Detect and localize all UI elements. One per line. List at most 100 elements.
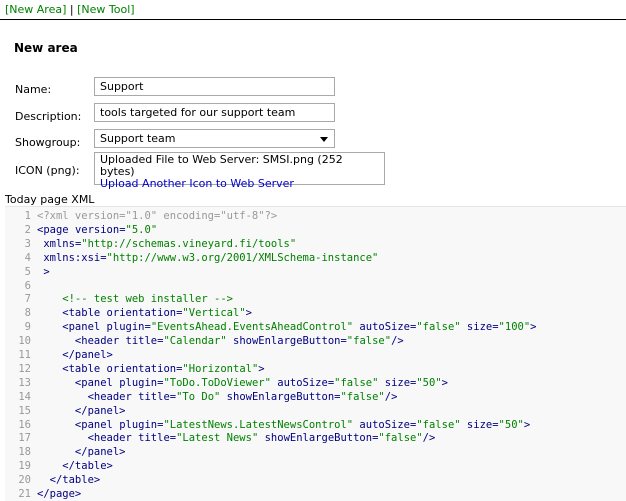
line-number: 7 bbox=[24, 293, 31, 306]
code-token: orientation bbox=[106, 307, 177, 320]
code-token: version bbox=[74, 223, 120, 236]
code-token: showEnlargeButton bbox=[226, 335, 341, 348]
description-input[interactable]: tools targeted for our support team bbox=[94, 103, 335, 122]
code-token: </panel> bbox=[37, 349, 113, 361]
code-text: </table> bbox=[37, 459, 113, 473]
code-text: <table orientation="Vertical"> bbox=[37, 306, 252, 320]
code-text: </panel> bbox=[37, 445, 126, 459]
xml-editor-label: Today page XML bbox=[5, 193, 95, 206]
line-number: 18 bbox=[18, 446, 31, 459]
header-divider bbox=[0, 19, 626, 20]
code-text: xmlns="http://schemas.vineyard.fi/tools" bbox=[37, 237, 296, 251]
code-token: "50" bbox=[498, 418, 524, 431]
code-text: </panel> bbox=[37, 404, 126, 418]
line-number: 6 bbox=[24, 279, 31, 292]
code-text: xmlns:xsi="http://www.w3.org/2001/XMLSch… bbox=[37, 251, 378, 265]
code-token: "Vertical" bbox=[182, 307, 246, 320]
code-token: title bbox=[138, 390, 170, 403]
code-token: > bbox=[258, 362, 265, 375]
code-token: title bbox=[125, 335, 158, 348]
code-token: > bbox=[530, 321, 537, 334]
code-token: /> bbox=[422, 432, 436, 445]
page-title: New area bbox=[14, 41, 78, 55]
code-token: "To Do" bbox=[176, 390, 221, 403]
line-number: 10 bbox=[18, 335, 31, 348]
code-token: "http://www.w3.org/2001/XMLSchema-instan… bbox=[106, 251, 379, 264]
top-links: [New Area] | [New Tool] bbox=[5, 3, 135, 16]
code-token: "false" bbox=[346, 335, 392, 348]
line-number: 3 bbox=[24, 237, 31, 250]
code-token: </panel> bbox=[37, 446, 126, 459]
code-text: <panel plugin="ToDo.ToDoViewer" autoSize… bbox=[37, 376, 448, 390]
code-token: autoSize bbox=[270, 376, 328, 389]
code-token: </table> bbox=[37, 474, 101, 487]
code-token: <page bbox=[37, 223, 75, 236]
code-token: size bbox=[460, 321, 493, 334]
code-token: > bbox=[245, 307, 252, 320]
code-token: "Calendar" bbox=[163, 335, 227, 348]
code-token: > bbox=[523, 418, 531, 431]
code-text: <header title="To Do" showEnlargeButton=… bbox=[37, 390, 398, 404]
code-token: "http://schemas.vineyard.fi/tools" bbox=[81, 237, 297, 250]
code-text: </page> bbox=[37, 487, 81, 501]
code-token: "Horizontal" bbox=[182, 362, 259, 375]
line-number: 4 bbox=[24, 251, 31, 264]
code-text: <?xml version="1.0" encoding="utf-8"?> bbox=[37, 209, 277, 223]
code-token: "Latest News" bbox=[176, 432, 259, 445]
code-token: "false" bbox=[416, 418, 461, 431]
code-token: "ToDo.ToDoViewer" bbox=[163, 376, 271, 389]
code-token: xmlns bbox=[37, 237, 75, 250]
code-text: <table orientation="Horizontal"> bbox=[37, 362, 265, 376]
code-token: showEnlargeButton bbox=[220, 390, 335, 403]
code-token: </panel> bbox=[37, 404, 126, 417]
code-text: <header title="Calendar" showEnlargeButt… bbox=[37, 334, 404, 348]
name-input[interactable]: Support bbox=[94, 77, 335, 96]
code-token: orientation bbox=[106, 362, 177, 375]
line-number: 19 bbox=[18, 460, 31, 473]
code-text: <panel plugin="EventsAhead.EventsAheadCo… bbox=[37, 320, 536, 334]
top-links-separator: | bbox=[69, 3, 74, 16]
name-label: Name: bbox=[15, 83, 52, 96]
code-token: "100" bbox=[498, 321, 531, 334]
description-label: Description: bbox=[15, 110, 82, 123]
line-number: 1 bbox=[24, 210, 31, 222]
code-token: <table bbox=[37, 362, 107, 375]
code-token: size bbox=[378, 376, 411, 389]
code-text: <page version="5.0" bbox=[37, 223, 157, 237]
code-token: autoSize bbox=[353, 418, 411, 431]
line-number: 17 bbox=[18, 432, 31, 445]
line-number: 9 bbox=[24, 321, 31, 334]
showgroup-select[interactable]: Support team bbox=[94, 129, 335, 148]
code-text: <!-- test web installer --> bbox=[37, 292, 233, 306]
line-number: 12 bbox=[18, 362, 31, 375]
line-number: 2 bbox=[24, 223, 31, 236]
code-token: showEnlargeButton bbox=[258, 432, 373, 445]
code-text: </panel> bbox=[37, 348, 113, 362]
code-token: plugin bbox=[106, 321, 145, 334]
upload-icon-link[interactable]: Upload Another Icon to Web Server bbox=[100, 177, 294, 190]
code-token: </table> bbox=[37, 460, 113, 473]
code-token: > bbox=[441, 376, 448, 389]
line-number: 8 bbox=[24, 307, 31, 320]
code-token: <?xml version="1.0" encoding="utf-8"?> bbox=[37, 210, 278, 222]
code-token: "LatestNews.LatestNewsControl" bbox=[163, 418, 354, 431]
code-token: "5.0" bbox=[125, 223, 158, 236]
chevron-down-icon bbox=[320, 137, 328, 142]
line-number: 21 bbox=[18, 488, 31, 500]
code-token: size bbox=[460, 418, 493, 431]
new-tool-link[interactable]: [New Tool] bbox=[77, 3, 134, 16]
code-token: plugin bbox=[119, 376, 158, 389]
xml-editor[interactable]: 1 <?xml version="1.0" encoding="utf-8"?> 2… bbox=[5, 206, 626, 501]
icon-upload-status: Uploaded File to Web Server: SMSI.png (2… bbox=[100, 153, 343, 178]
code-text: <panel plugin="LatestNews.LatestNewsCont… bbox=[37, 418, 530, 432]
new-area-link[interactable]: [New Area] bbox=[5, 3, 66, 16]
code-token: </page> bbox=[37, 488, 82, 500]
code-token: <header bbox=[37, 390, 139, 403]
code-token: "50" bbox=[416, 376, 442, 389]
code-token: title bbox=[138, 432, 170, 445]
line-number: 16 bbox=[18, 418, 31, 431]
code-token: <table bbox=[37, 307, 107, 320]
code-token: <!-- test web installer --> bbox=[37, 293, 233, 306]
code-token: /> bbox=[391, 335, 404, 348]
code-token: "false" bbox=[334, 376, 379, 389]
